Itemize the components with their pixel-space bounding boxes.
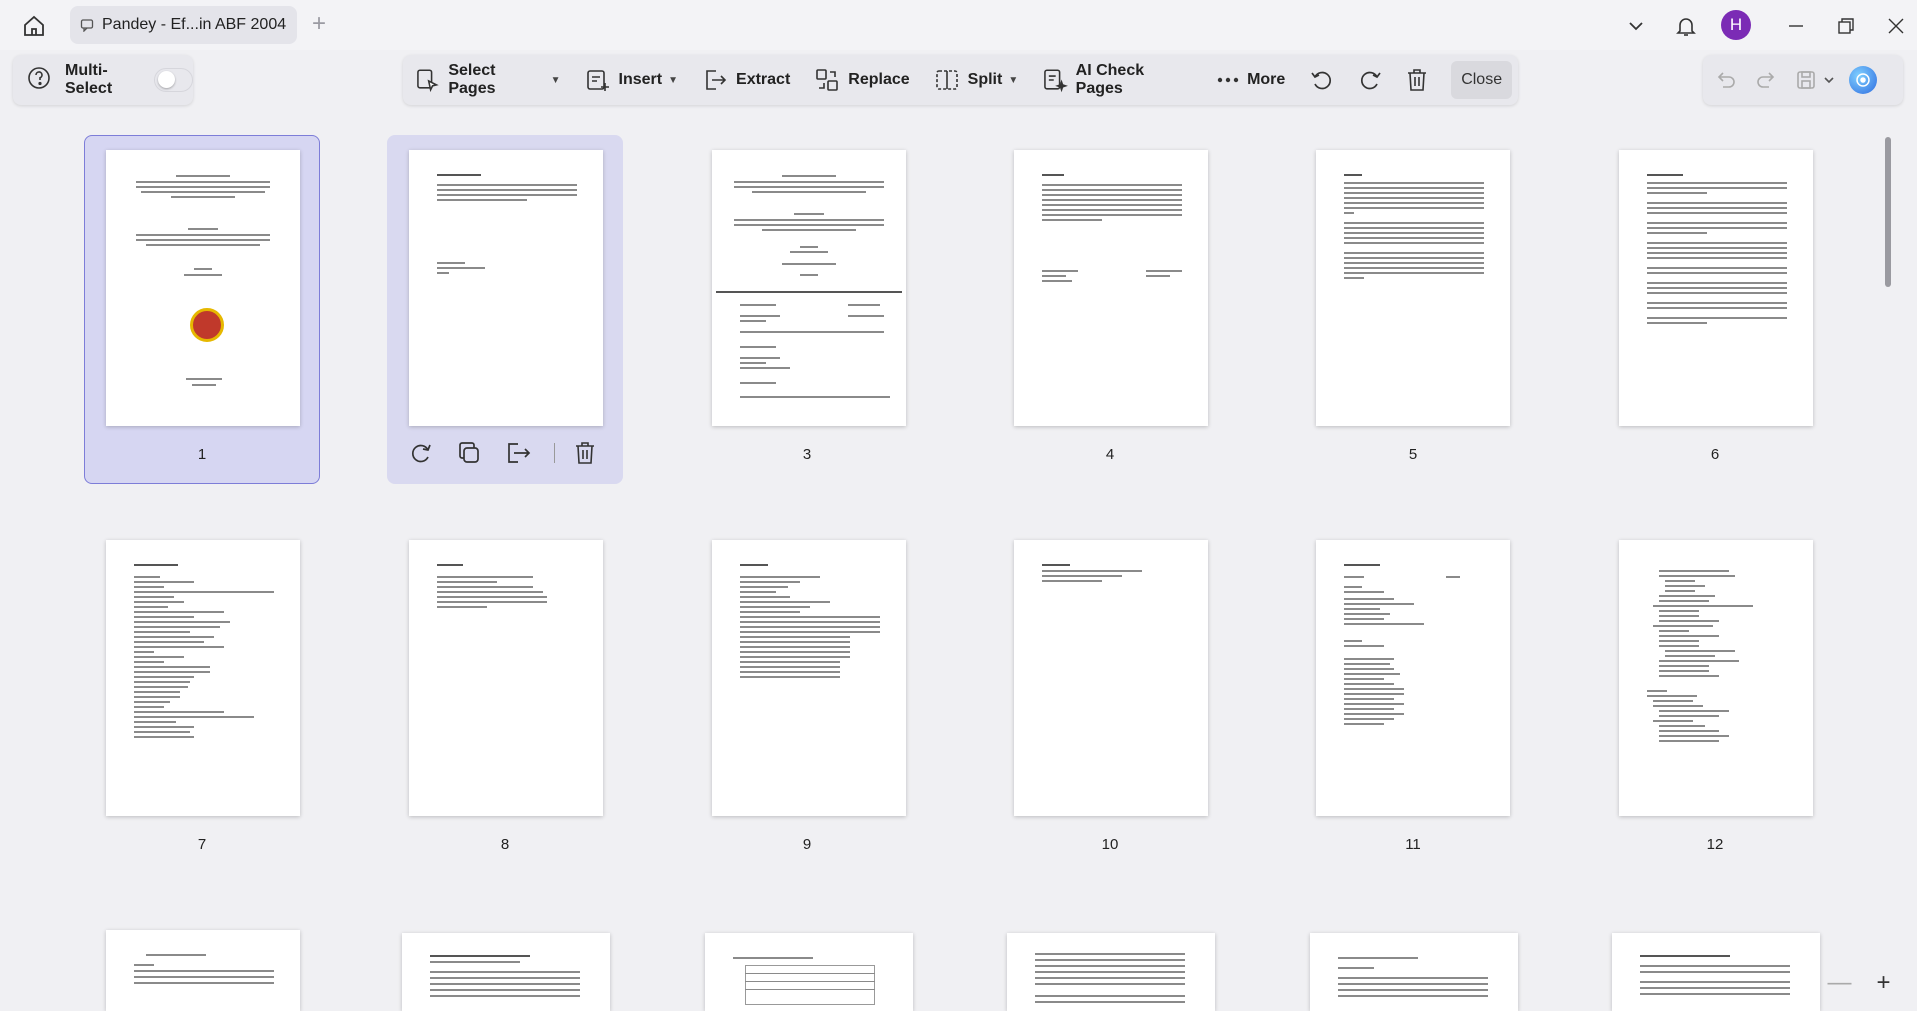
bell-icon[interactable] xyxy=(1670,10,1702,42)
page-toolbar: Select Pages ▼ Insert ▼ Extract Replace … xyxy=(403,55,1518,105)
vertical-scrollbar[interactable] xyxy=(1885,137,1891,287)
page-thumbnail-17[interactable] xyxy=(1310,933,1518,1011)
page-thumbnail-1[interactable] xyxy=(106,150,300,426)
page-thumbnail-14[interactable] xyxy=(402,933,610,1011)
page-thumbnail-5[interactable] xyxy=(1316,150,1510,426)
university-logo xyxy=(190,308,224,342)
split-label: Split xyxy=(967,71,1003,88)
page-thumbnail-2[interactable] xyxy=(409,150,603,426)
select-pages-label: Select Pages xyxy=(448,62,496,97)
ai-check-icon xyxy=(1044,69,1068,93)
chevron-down-icon: ▼ xyxy=(1008,74,1019,86)
page-thumbnail-9[interactable] xyxy=(712,540,906,816)
title-bar: Pandey - Ef...in ABF 2004 + H xyxy=(0,0,1917,50)
minimize-icon[interactable] xyxy=(1780,10,1812,42)
page-thumbnail-12[interactable] xyxy=(1619,540,1813,816)
page-thumbnail-3[interactable] xyxy=(712,150,906,426)
rotate-page-icon[interactable] xyxy=(408,440,434,466)
undo-icon[interactable] xyxy=(1715,69,1737,91)
page-thumbnail-13[interactable] xyxy=(106,930,300,1011)
zoom-out-button[interactable]: — xyxy=(1827,969,1851,997)
new-tab-button[interactable]: + xyxy=(312,12,326,36)
page-2-actions xyxy=(408,440,619,466)
page-thumbnail-15[interactable] xyxy=(705,933,913,1011)
extract-label: Extract xyxy=(736,71,791,88)
split-icon xyxy=(935,70,958,90)
page-number: 8 xyxy=(500,836,510,853)
zoom-in-button[interactable]: + xyxy=(1876,969,1890,997)
rotate-right-icon[interactable] xyxy=(1357,67,1383,93)
extract-icon xyxy=(706,70,727,90)
chevron-down-icon[interactable] xyxy=(1823,74,1835,86)
select-pages-button[interactable]: Select Pages ▼ xyxy=(415,62,561,98)
more-icon xyxy=(1217,77,1239,83)
save-icon[interactable] xyxy=(1795,69,1817,91)
ai-check-label: AI Check Pages xyxy=(1075,62,1145,97)
document-tab[interactable]: Pandey - Ef...in ABF 2004 xyxy=(70,6,297,44)
page-grid: 1 3 4 5 6 7 8 9 10 11 12 xyxy=(0,110,1917,1011)
chevron-down-icon: ▼ xyxy=(550,74,561,86)
insert-icon xyxy=(586,70,609,91)
close-button[interactable]: Close xyxy=(1451,61,1512,99)
select-pages-icon xyxy=(417,69,439,93)
page-number: 4 xyxy=(1105,446,1115,463)
page-thumbnail-11[interactable] xyxy=(1316,540,1510,816)
page-number: 11 xyxy=(1405,836,1421,853)
restore-icon[interactable] xyxy=(1830,10,1862,42)
page-thumbnail-10[interactable] xyxy=(1014,540,1208,816)
more-button[interactable]: More xyxy=(1217,71,1285,89)
ai-assistant-icon[interactable] xyxy=(1849,66,1877,94)
page-thumbnail-18[interactable] xyxy=(1612,933,1820,1011)
tab-title: Pandey - Ef...in ABF 2004 xyxy=(102,16,287,33)
page-number: 6 xyxy=(1710,446,1720,463)
zoom-controls: — + xyxy=(1815,962,1903,1004)
extract-page-icon[interactable] xyxy=(504,440,532,466)
page-number: 1 xyxy=(197,446,207,463)
page-number: 7 xyxy=(197,836,207,853)
delete-page-icon[interactable] xyxy=(573,440,597,466)
page-thumbnail-4[interactable] xyxy=(1014,150,1208,426)
home-icon[interactable] xyxy=(18,10,50,42)
split-button[interactable]: Split ▼ xyxy=(934,67,1019,93)
comment-icon xyxy=(80,18,94,32)
duplicate-page-icon[interactable] xyxy=(456,440,482,466)
rotate-left-icon[interactable] xyxy=(1309,67,1335,93)
delete-icon[interactable] xyxy=(1405,67,1429,93)
insert-label: Insert xyxy=(618,71,663,88)
multi-select-toggle[interactable] xyxy=(154,68,193,92)
extract-button[interactable]: Extract xyxy=(702,67,790,93)
page-number: 3 xyxy=(802,446,812,463)
page-number: 9 xyxy=(802,836,812,853)
chevron-down-icon: ▼ xyxy=(668,74,679,86)
page-thumbnail-16[interactable] xyxy=(1007,933,1215,1011)
help-icon[interactable] xyxy=(27,66,51,95)
history-toolbar xyxy=(1703,55,1903,105)
page-number: 5 xyxy=(1408,446,1418,463)
ai-check-pages-button[interactable]: AI Check Pages xyxy=(1042,62,1193,98)
page-number: 12 xyxy=(1706,836,1724,853)
page-number: 10 xyxy=(1101,836,1119,853)
page-thumbnail-8[interactable] xyxy=(409,540,603,816)
multi-select-label: Multi-Select xyxy=(65,62,113,97)
replace-label: Replace xyxy=(848,71,910,88)
replace-icon xyxy=(816,69,839,91)
avatar[interactable]: H xyxy=(1721,10,1751,40)
page-thumbnail-7[interactable] xyxy=(106,540,300,816)
insert-button[interactable]: Insert ▼ xyxy=(585,67,678,93)
chevron-down-icon[interactable] xyxy=(1620,10,1652,42)
separator xyxy=(554,443,555,463)
more-label: More xyxy=(1247,71,1286,88)
close-window-icon[interactable] xyxy=(1880,10,1912,42)
multi-select-panel: Multi-Select xyxy=(13,55,193,105)
replace-button[interactable]: Replace xyxy=(814,67,910,93)
page-thumbnail-6[interactable] xyxy=(1619,150,1813,426)
redo-icon[interactable] xyxy=(1755,69,1777,91)
